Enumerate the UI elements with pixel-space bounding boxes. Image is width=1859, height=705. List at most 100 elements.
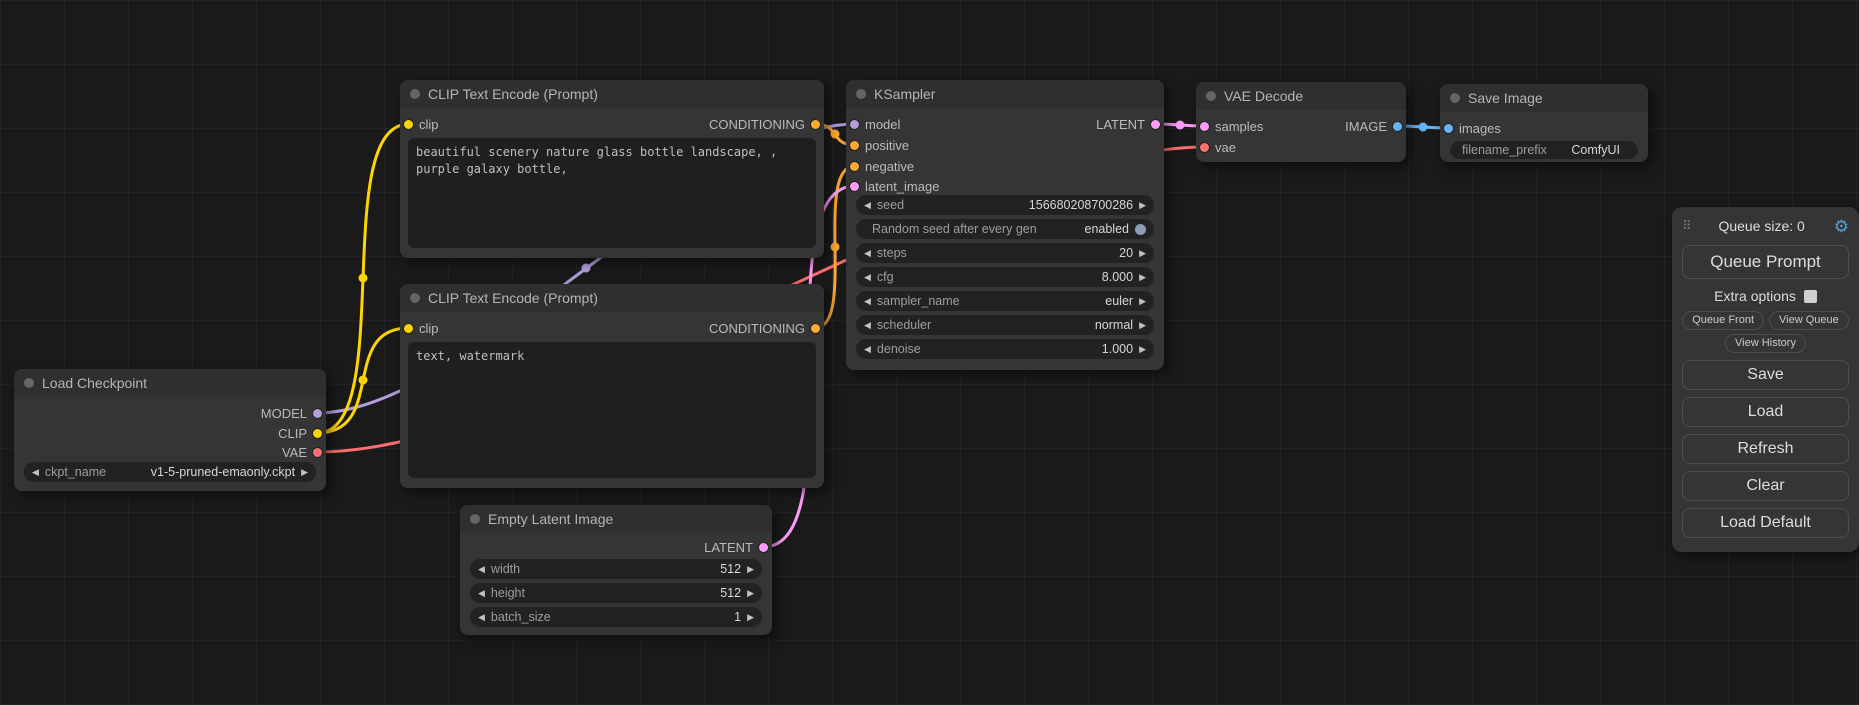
increment-arrow-icon[interactable]: ▶ — [1139, 344, 1146, 355]
link-clip-positive[interactable] — [317, 124, 409, 433]
load-button[interactable]: Load — [1682, 397, 1849, 427]
output-dot-clip[interactable] — [313, 429, 322, 438]
increment-arrow-icon[interactable]: ▶ — [747, 612, 754, 623]
node-empty-latent-titlebar[interactable]: Empty Latent Image — [460, 505, 772, 533]
collapse-dot-icon[interactable] — [1450, 93, 1460, 103]
decrement-arrow-icon[interactable]: ◀ — [864, 200, 871, 211]
collapse-dot-icon[interactable] — [410, 89, 420, 99]
prompt-text-negative[interactable]: text, watermark — [408, 342, 816, 478]
node-load-checkpoint-titlebar[interactable]: Load Checkpoint — [14, 369, 326, 397]
decrement-arrow-icon[interactable]: ◀ — [478, 588, 485, 599]
decrement-arrow-icon[interactable]: ◀ — [864, 320, 871, 331]
output-dot-latent[interactable] — [759, 543, 768, 552]
widget-value: 156680208700286 — [1029, 198, 1133, 212]
output-dot-conditioning[interactable] — [811, 120, 820, 129]
decrement-arrow-icon[interactable]: ◀ — [478, 612, 485, 623]
view-history-button[interactable]: View History — [1725, 334, 1806, 353]
node-empty-latent-image[interactable]: Empty Latent Image LATENT ◀ width 512 ▶ … — [460, 505, 772, 635]
input-dot-vae[interactable] — [1200, 143, 1209, 152]
widget-value: 1.000 — [1102, 342, 1133, 356]
output-dot-vae[interactable] — [313, 448, 322, 457]
extra-options-checkbox[interactable] — [1804, 290, 1817, 303]
node-save-image-titlebar[interactable]: Save Image — [1440, 84, 1648, 112]
node-clip-text-encode-negative[interactable]: CLIP Text Encode (Prompt) clip CONDITION… — [400, 284, 824, 488]
node-title: CLIP Text Encode (Prompt) — [428, 290, 598, 306]
toggle-knob-icon[interactable] — [1135, 224, 1146, 235]
link-midpoint-dot-clip-positive — [359, 274, 368, 283]
queue-front-button[interactable]: Queue Front — [1682, 311, 1764, 330]
input-dot-images[interactable] — [1444, 124, 1453, 133]
widget-scheduler[interactable]: ◀ scheduler normal ▶ — [856, 315, 1154, 335]
output-dot-latent[interactable] — [1151, 120, 1160, 129]
increment-arrow-icon[interactable]: ▶ — [747, 564, 754, 575]
widget-sampler-name[interactable]: ◀ sampler_name euler ▶ — [856, 291, 1154, 311]
widget-cfg[interactable]: ◀ cfg 8.000 ▶ — [856, 267, 1154, 287]
widget-batch-size[interactable]: ◀ batch_size 1 ▶ — [470, 607, 762, 627]
comfyui-graph-canvas[interactable]: Load Checkpoint MODEL CLIP VAE ◀ ckpt_na… — [0, 0, 1859, 705]
decrement-arrow-icon[interactable]: ◀ — [864, 344, 871, 355]
node-ksampler[interactable]: KSampler model LATENT positive negative … — [846, 80, 1164, 370]
widget-random-seed-toggle[interactable]: Random seed after every gen enabled — [856, 219, 1154, 239]
decrement-arrow-icon[interactable]: ◀ — [478, 564, 485, 575]
decrement-arrow-icon[interactable]: ◀ — [864, 248, 871, 259]
decrement-arrow-icon[interactable]: ◀ — [864, 272, 871, 283]
refresh-button[interactable]: Refresh — [1682, 434, 1849, 464]
widget-height[interactable]: ◀ height 512 ▶ — [470, 583, 762, 603]
widget-filename-prefix[interactable]: filename_prefix ComfyUI — [1450, 141, 1638, 159]
link-midpoint-dot-image — [1419, 123, 1428, 132]
widget-seed[interactable]: ◀ seed 156680208700286 ▶ — [856, 195, 1154, 215]
slot-label: images — [1459, 121, 1501, 136]
increment-arrow-icon[interactable]: ▶ — [1139, 248, 1146, 259]
collapse-dot-icon[interactable] — [410, 293, 420, 303]
node-vae-decode[interactable]: VAE Decode samples IMAGE vae — [1196, 82, 1406, 162]
collapse-dot-icon[interactable] — [856, 89, 866, 99]
collapse-dot-icon[interactable] — [1206, 91, 1216, 101]
save-button[interactable]: Save — [1682, 360, 1849, 390]
increment-arrow-icon[interactable]: ▶ — [1139, 272, 1146, 283]
load-default-button[interactable]: Load Default — [1682, 508, 1849, 538]
widget-value: ComfyUI — [1571, 143, 1620, 157]
node-clip-negative-titlebar[interactable]: CLIP Text Encode (Prompt) — [400, 284, 824, 312]
input-slot-images: images — [1440, 118, 1648, 138]
link-clip-negative[interactable] — [317, 328, 409, 433]
widget-ckpt-name[interactable]: ◀ ckpt_name v1-5-pruned-emaonly.ckpt ▶ — [24, 462, 316, 482]
decrement-arrow-icon[interactable]: ◀ — [864, 296, 871, 307]
prompt-text-positive[interactable]: beautiful scenery nature glass bottle la… — [408, 138, 816, 248]
view-queue-button[interactable]: View Queue — [1769, 311, 1849, 330]
node-vae-decode-titlebar[interactable]: VAE Decode — [1196, 82, 1406, 110]
queue-size-label: Queue size: 0 — [1690, 218, 1834, 234]
collapse-dot-icon[interactable] — [470, 514, 480, 524]
decrement-arrow-icon[interactable]: ◀ — [32, 467, 39, 478]
node-title: Save Image — [1468, 90, 1543, 106]
collapse-dot-icon[interactable] — [24, 378, 34, 388]
node-save-image[interactable]: Save Image images filename_prefix ComfyU… — [1440, 84, 1648, 162]
slot-label: CONDITIONING — [709, 117, 805, 132]
widget-value: 512 — [720, 586, 741, 600]
widget-steps[interactable]: ◀ steps 20 ▶ — [856, 243, 1154, 263]
output-dot-model[interactable] — [313, 409, 322, 418]
increment-arrow-icon[interactable]: ▶ — [1139, 320, 1146, 331]
input-dot-latent-image[interactable] — [850, 182, 859, 191]
node-clip-positive-titlebar[interactable]: CLIP Text Encode (Prompt) — [400, 80, 824, 108]
input-dot-negative[interactable] — [850, 162, 859, 171]
link-midpoint-dot-model — [582, 264, 591, 273]
increment-arrow-icon[interactable]: ▶ — [1139, 200, 1146, 211]
widget-denoise[interactable]: ◀ denoise 1.000 ▶ — [856, 339, 1154, 359]
increment-arrow-icon[interactable]: ▶ — [747, 588, 754, 599]
settings-gear-icon[interactable]: ⚙ — [1834, 218, 1849, 235]
output-dot-conditioning[interactable] — [811, 324, 820, 333]
node-load-checkpoint[interactable]: Load Checkpoint MODEL CLIP VAE ◀ ckpt_na… — [14, 369, 326, 491]
node-clip-text-encode-positive[interactable]: CLIP Text Encode (Prompt) clip CONDITION… — [400, 80, 824, 258]
clear-button[interactable]: Clear — [1682, 471, 1849, 501]
increment-arrow-icon[interactable]: ▶ — [301, 467, 308, 478]
queue-prompt-button[interactable]: Queue Prompt — [1682, 245, 1849, 279]
output-dot-image[interactable] — [1393, 122, 1402, 131]
widget-width[interactable]: ◀ width 512 ▶ — [470, 559, 762, 579]
output-slot-latent: LATENT — [846, 114, 1164, 134]
slot-label: VAE — [282, 445, 307, 460]
input-dot-positive[interactable] — [850, 141, 859, 150]
increment-arrow-icon[interactable]: ▶ — [1139, 296, 1146, 307]
node-ksampler-titlebar[interactable]: KSampler — [846, 80, 1164, 108]
drag-handle-icon[interactable]: ⠿ — [1682, 219, 1690, 234]
node-title: Load Checkpoint — [42, 375, 147, 391]
